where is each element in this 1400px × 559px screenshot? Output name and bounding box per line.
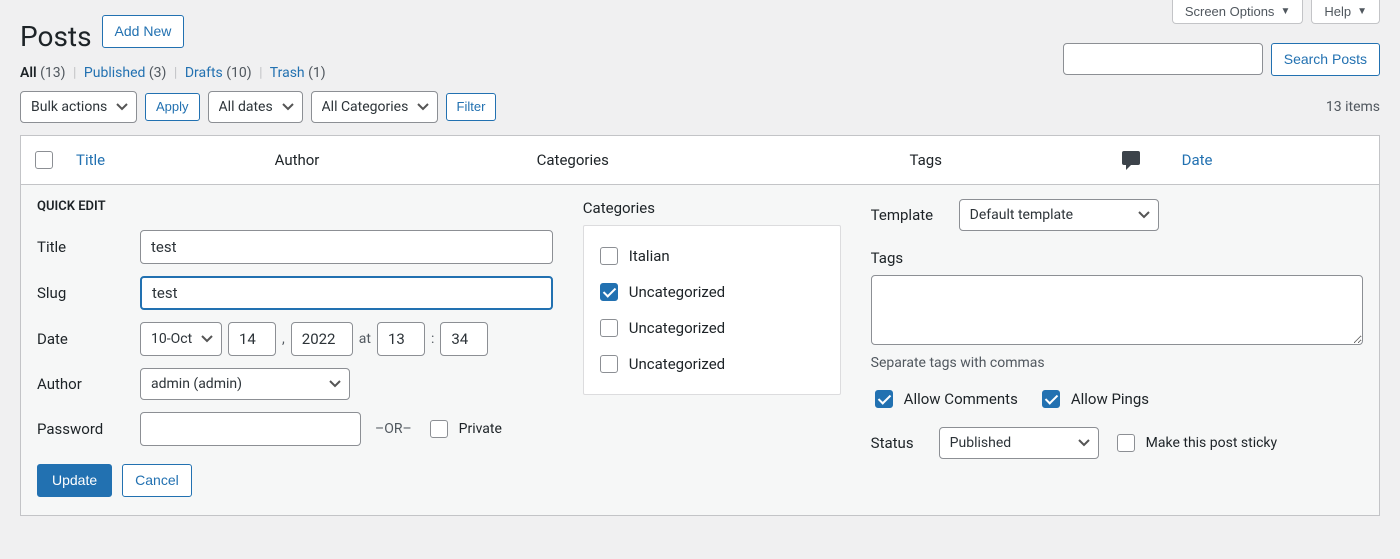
select-all-checkbox[interactable] bbox=[35, 151, 53, 169]
screen-options-label: Screen Options bbox=[1185, 4, 1275, 19]
status-select[interactable]: Published bbox=[939, 427, 1099, 459]
page-title: Posts bbox=[20, 10, 92, 53]
private-label: Private bbox=[459, 421, 502, 437]
sticky-label: Make this post sticky bbox=[1146, 435, 1277, 451]
allow-pings-label: Allow Pings bbox=[1071, 390, 1149, 408]
password-input[interactable] bbox=[140, 412, 361, 446]
category-label: Uncategorized bbox=[629, 355, 725, 373]
year-input[interactable] bbox=[291, 322, 353, 356]
author-label: Author bbox=[37, 375, 132, 393]
category-item[interactable]: Uncategorized bbox=[596, 310, 828, 346]
month-select[interactable]: 10-Oct bbox=[140, 322, 222, 356]
title-label: Title bbox=[37, 238, 132, 256]
minute-input[interactable] bbox=[440, 322, 488, 356]
column-categories: Categories bbox=[527, 136, 900, 185]
posts-table: Title Author Categories Tags Date QUICK … bbox=[20, 135, 1380, 516]
password-label: Password bbox=[37, 420, 132, 438]
category-checkbox[interactable] bbox=[600, 247, 618, 265]
screen-options-button[interactable]: Screen Options ▼ bbox=[1172, 0, 1304, 24]
tags-textarea[interactable] bbox=[871, 275, 1363, 345]
category-item[interactable]: Uncategorized bbox=[596, 346, 828, 382]
tags-section-label: Tags bbox=[871, 249, 1363, 267]
sticky-checkbox[interactable] bbox=[1117, 434, 1135, 452]
filter-all[interactable]: All (13) bbox=[20, 65, 69, 81]
allow-pings-checkbox[interactable] bbox=[1042, 390, 1060, 408]
filter-trash[interactable]: Trash (1) bbox=[270, 65, 326, 81]
column-author: Author bbox=[265, 136, 527, 185]
comments-icon bbox=[1122, 151, 1140, 165]
caret-down-icon: ▼ bbox=[1357, 6, 1367, 17]
at-label: at bbox=[359, 331, 371, 347]
template-select[interactable]: Default template bbox=[959, 199, 1159, 231]
status-label: Status bbox=[871, 434, 931, 452]
category-item[interactable]: Italian bbox=[596, 238, 828, 274]
update-button[interactable]: Update bbox=[37, 464, 112, 497]
column-title[interactable]: Title bbox=[76, 151, 105, 169]
category-checkbox[interactable] bbox=[600, 319, 618, 337]
filter-button[interactable]: Filter bbox=[446, 93, 497, 121]
date-filter-select[interactable]: All dates bbox=[208, 91, 303, 123]
search-posts-button[interactable]: Search Posts bbox=[1271, 43, 1380, 76]
allow-comments-checkbox[interactable] bbox=[875, 390, 893, 408]
date-label: Date bbox=[37, 330, 132, 348]
category-label: Uncategorized bbox=[629, 319, 725, 337]
day-input[interactable] bbox=[228, 322, 276, 356]
template-label: Template bbox=[871, 206, 951, 224]
categories-box: Italian Uncategorized Uncategorized Uncateg… bbox=[583, 225, 841, 395]
column-tags: Tags bbox=[899, 136, 1111, 185]
or-separator: –OR– bbox=[375, 421, 412, 437]
column-date[interactable]: Date bbox=[1182, 151, 1213, 169]
category-label: Italian bbox=[629, 247, 670, 265]
caret-down-icon: ▼ bbox=[1280, 6, 1290, 17]
filter-published[interactable]: Published (3) bbox=[84, 65, 170, 81]
title-input[interactable] bbox=[140, 230, 553, 264]
slug-label: Slug bbox=[37, 284, 132, 302]
help-label: Help bbox=[1324, 4, 1351, 19]
allow-comments-label: Allow Comments bbox=[904, 390, 1018, 408]
cancel-button[interactable]: Cancel bbox=[122, 464, 192, 497]
hour-input[interactable] bbox=[377, 322, 425, 356]
category-filter-select[interactable]: All Categories bbox=[311, 91, 438, 123]
add-new-button[interactable]: Add New bbox=[102, 15, 185, 48]
quick-edit-legend: QUICK EDIT bbox=[37, 199, 553, 214]
help-button[interactable]: Help ▼ bbox=[1311, 0, 1380, 24]
search-input[interactable] bbox=[1063, 43, 1263, 75]
filter-drafts[interactable]: Drafts (10) bbox=[185, 65, 255, 81]
category-item[interactable]: Uncategorized bbox=[596, 274, 828, 310]
apply-button[interactable]: Apply bbox=[145, 93, 200, 121]
author-select[interactable]: admin (admin) bbox=[140, 368, 350, 400]
slug-input[interactable] bbox=[140, 276, 553, 310]
items-count: 13 items bbox=[1326, 99, 1380, 115]
tags-hint: Separate tags with commas bbox=[871, 355, 1363, 371]
category-checkbox[interactable] bbox=[600, 283, 618, 301]
bulk-actions-select[interactable]: Bulk actions bbox=[20, 91, 137, 123]
categories-section-label: Categories bbox=[583, 199, 841, 217]
category-label: Uncategorized bbox=[629, 283, 725, 301]
private-checkbox[interactable] bbox=[430, 420, 448, 438]
category-checkbox[interactable] bbox=[600, 355, 618, 373]
